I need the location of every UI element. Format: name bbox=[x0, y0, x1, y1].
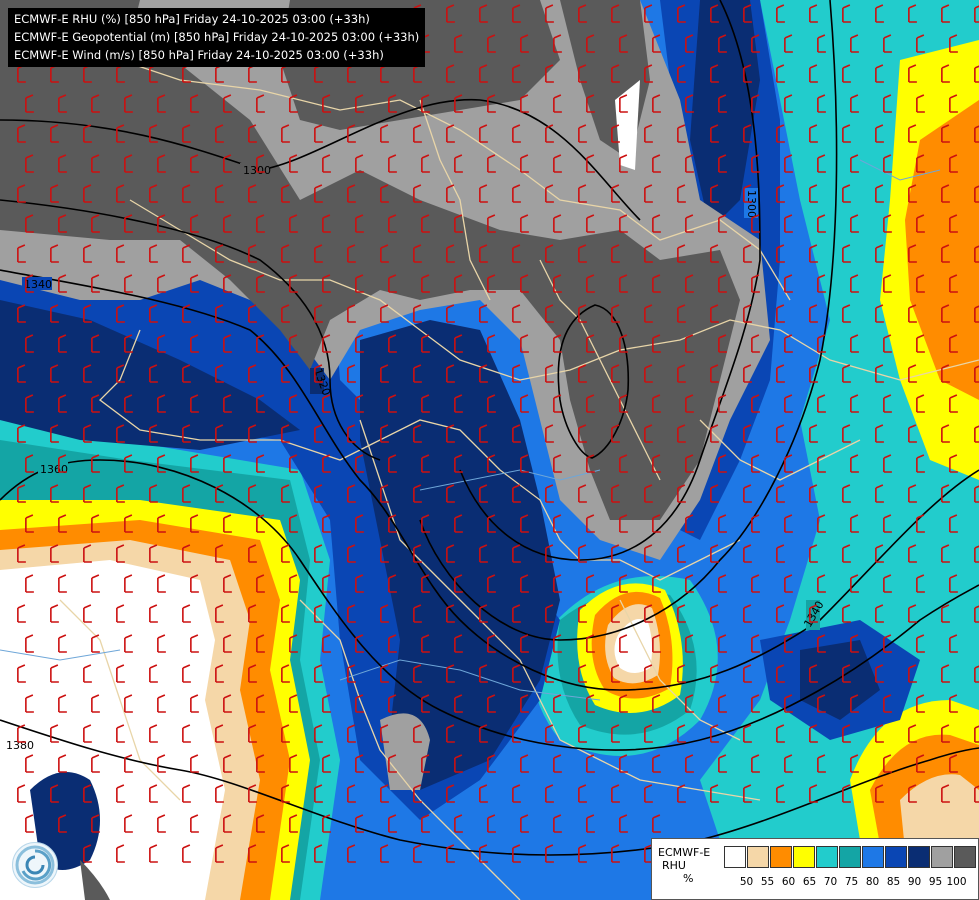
weather-map: 1300 1300 1320 1340 1340 1360 1380 bbox=[0, 0, 979, 900]
legend-tick: 90 bbox=[907, 876, 922, 888]
legend-title: ECMWF-E RHU % bbox=[658, 846, 710, 885]
legend-title-model: ECMWF-E bbox=[658, 846, 711, 859]
contour-label: 1360 bbox=[40, 463, 68, 476]
legend-tick: 100 bbox=[946, 876, 967, 888]
legend-tick: 85 bbox=[886, 876, 901, 888]
legend-tick: 70 bbox=[823, 876, 838, 888]
legend-swatch bbox=[954, 846, 976, 868]
legend-tick: 80 bbox=[865, 876, 880, 888]
legend-swatch bbox=[770, 846, 792, 868]
legend-swatch bbox=[793, 846, 815, 868]
legend-tick: 65 bbox=[802, 876, 817, 888]
legend-title-variable: RHU bbox=[662, 859, 686, 872]
legend-title-unit: % bbox=[683, 872, 694, 885]
legend-tick: 60 bbox=[781, 876, 796, 888]
legend-swatch bbox=[747, 846, 769, 868]
legend-swatch bbox=[724, 846, 746, 868]
legend-swatch bbox=[885, 846, 907, 868]
legend-swatch bbox=[862, 846, 884, 868]
legend-tick: 75 bbox=[844, 876, 859, 888]
legend-swatch bbox=[931, 846, 953, 868]
legend-swatch bbox=[839, 846, 861, 868]
contour-label: 1300 bbox=[745, 190, 758, 218]
legend-tick-labels: 50 55 60 65 70 75 80 85 90 95 100 bbox=[736, 876, 967, 888]
legend-color-bar bbox=[724, 846, 977, 868]
map-header: ECMWF-E RHU (%) [850 hPa] Friday 24-10-2… bbox=[8, 8, 426, 67]
contour-label: 1340 bbox=[24, 278, 52, 291]
legend-tick: 55 bbox=[760, 876, 775, 888]
legend-tick: 50 bbox=[739, 876, 754, 888]
legend-tick: 95 bbox=[928, 876, 943, 888]
legend-swatch bbox=[908, 846, 930, 868]
header-rhu-line: ECMWF-E RHU (%) [850 hPa] Friday 24-10-2… bbox=[14, 12, 370, 26]
header-geopotential-line: ECMWF-E Geopotential (m) [850 hPa] Frida… bbox=[14, 30, 420, 44]
contour-label: 1380 bbox=[6, 739, 34, 752]
header-wind-line: ECMWF-E Wind (m/s) [850 hPa] Friday 24-1… bbox=[14, 48, 384, 62]
rh-legend: ECMWF-E RHU % 50 55 60 65 70 75 80 85 90 95 100 bbox=[651, 838, 979, 900]
provider-logo-icon bbox=[12, 842, 58, 888]
legend-swatch bbox=[816, 846, 838, 868]
